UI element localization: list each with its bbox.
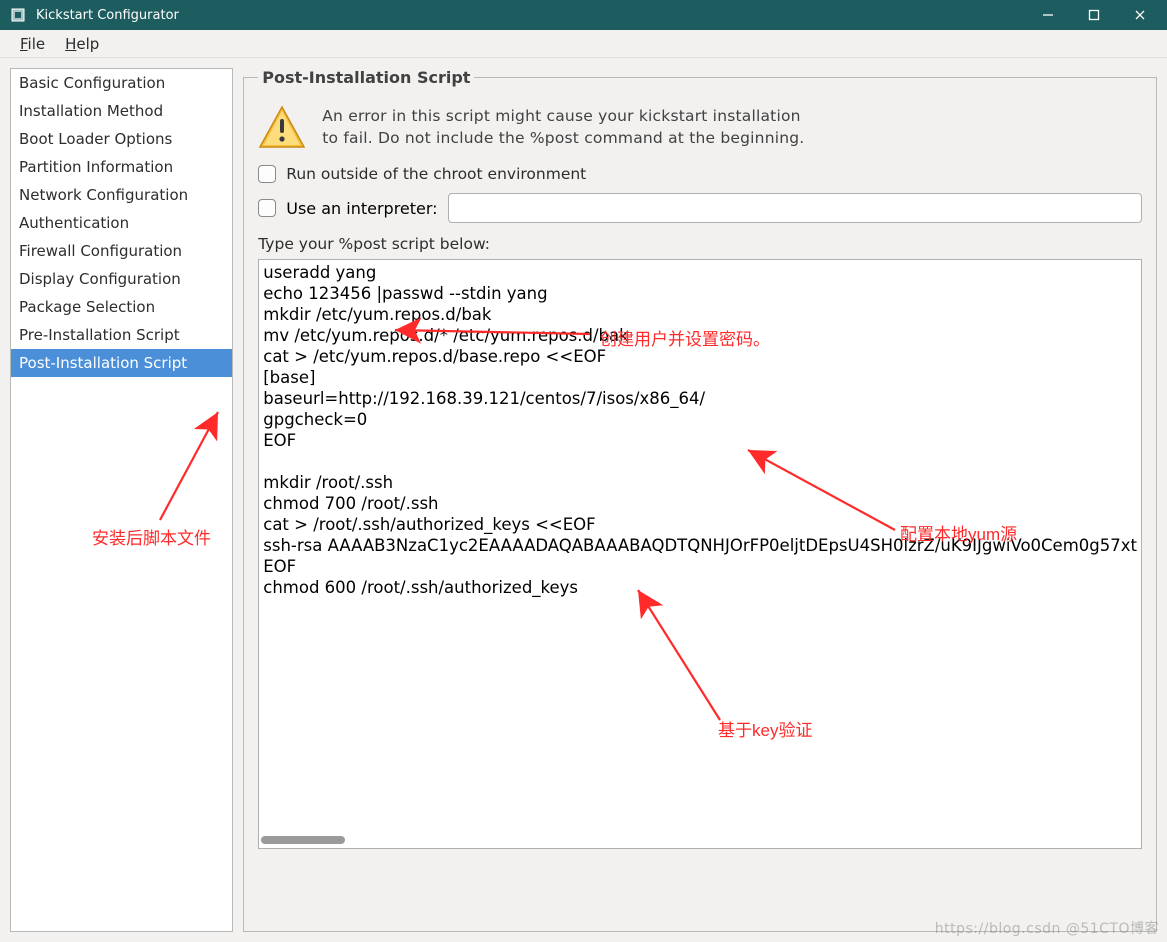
script-text[interactable]: useradd yang echo 123456 |passwd --stdin… (259, 260, 1141, 600)
window-title: Kickstart Configurator (36, 8, 179, 23)
minimize-button[interactable] (1025, 0, 1071, 30)
panel-legend: Post-Installation Script (258, 68, 474, 87)
sidebar-item-post-script[interactable]: Post-Installation Script (11, 349, 232, 377)
titlebar: Kickstart Configurator (0, 0, 1167, 30)
warning-icon (258, 103, 306, 151)
app-icon (8, 5, 28, 25)
main-area: Basic Configuration Installation Method … (0, 58, 1167, 942)
annotation-key-auth: 基于key验证 (718, 716, 812, 741)
annotation-post-script: 安装后脚本文件 (92, 524, 211, 549)
sidebar-item-package[interactable]: Package Selection (11, 293, 232, 321)
sidebar-item-firewall[interactable]: Firewall Configuration (11, 237, 232, 265)
warning-text: An error in this script might cause your… (322, 105, 804, 149)
menu-help[interactable]: Help (55, 33, 109, 55)
sidebar-item-auth[interactable]: Authentication (11, 209, 232, 237)
script-below-label: Type your %post script below: (258, 235, 1142, 259)
horizontal-scrollbar[interactable] (261, 834, 1142, 846)
sidebar: Basic Configuration Installation Method … (10, 68, 233, 932)
menu-file[interactable]: File (10, 33, 55, 55)
sidebar-item-network[interactable]: Network Configuration (11, 181, 232, 209)
interpreter-input[interactable] (448, 193, 1142, 223)
sidebar-item-display[interactable]: Display Configuration (11, 265, 232, 293)
sidebar-item-install-method[interactable]: Installation Method (11, 97, 232, 125)
sidebar-item-boot-loader[interactable]: Boot Loader Options (11, 125, 232, 153)
chroot-checkbox[interactable] (258, 165, 276, 183)
interpreter-label: Use an interpreter: (286, 199, 437, 218)
chroot-label: Run outside of the chroot environment (286, 165, 586, 183)
sidebar-item-basic-config[interactable]: Basic Configuration (11, 69, 232, 97)
close-button[interactable] (1117, 0, 1163, 30)
scrollbar-thumb[interactable] (261, 836, 345, 844)
menubar: File Help (0, 30, 1167, 58)
sidebar-item-pre-script[interactable]: Pre-Installation Script (11, 321, 232, 349)
annotation-create-user: 创建用户并设置密码。 (600, 325, 770, 350)
content: Post-Installation Script An error in thi… (243, 68, 1157, 932)
chroot-row: Run outside of the chroot environment (258, 161, 1142, 187)
post-install-panel: Post-Installation Script An error in thi… (243, 68, 1157, 932)
annotation-yum-repo: 配置本地yum源 (900, 520, 1017, 545)
watermark: https://blog.csdn @51CTO博客 (935, 918, 1159, 938)
interpreter-row: Use an interpreter: (258, 187, 1142, 235)
interpreter-checkbox[interactable] (258, 199, 276, 217)
warning-row: An error in this script might cause your… (258, 99, 1142, 161)
sidebar-item-partition[interactable]: Partition Information (11, 153, 232, 181)
maximize-button[interactable] (1071, 0, 1117, 30)
